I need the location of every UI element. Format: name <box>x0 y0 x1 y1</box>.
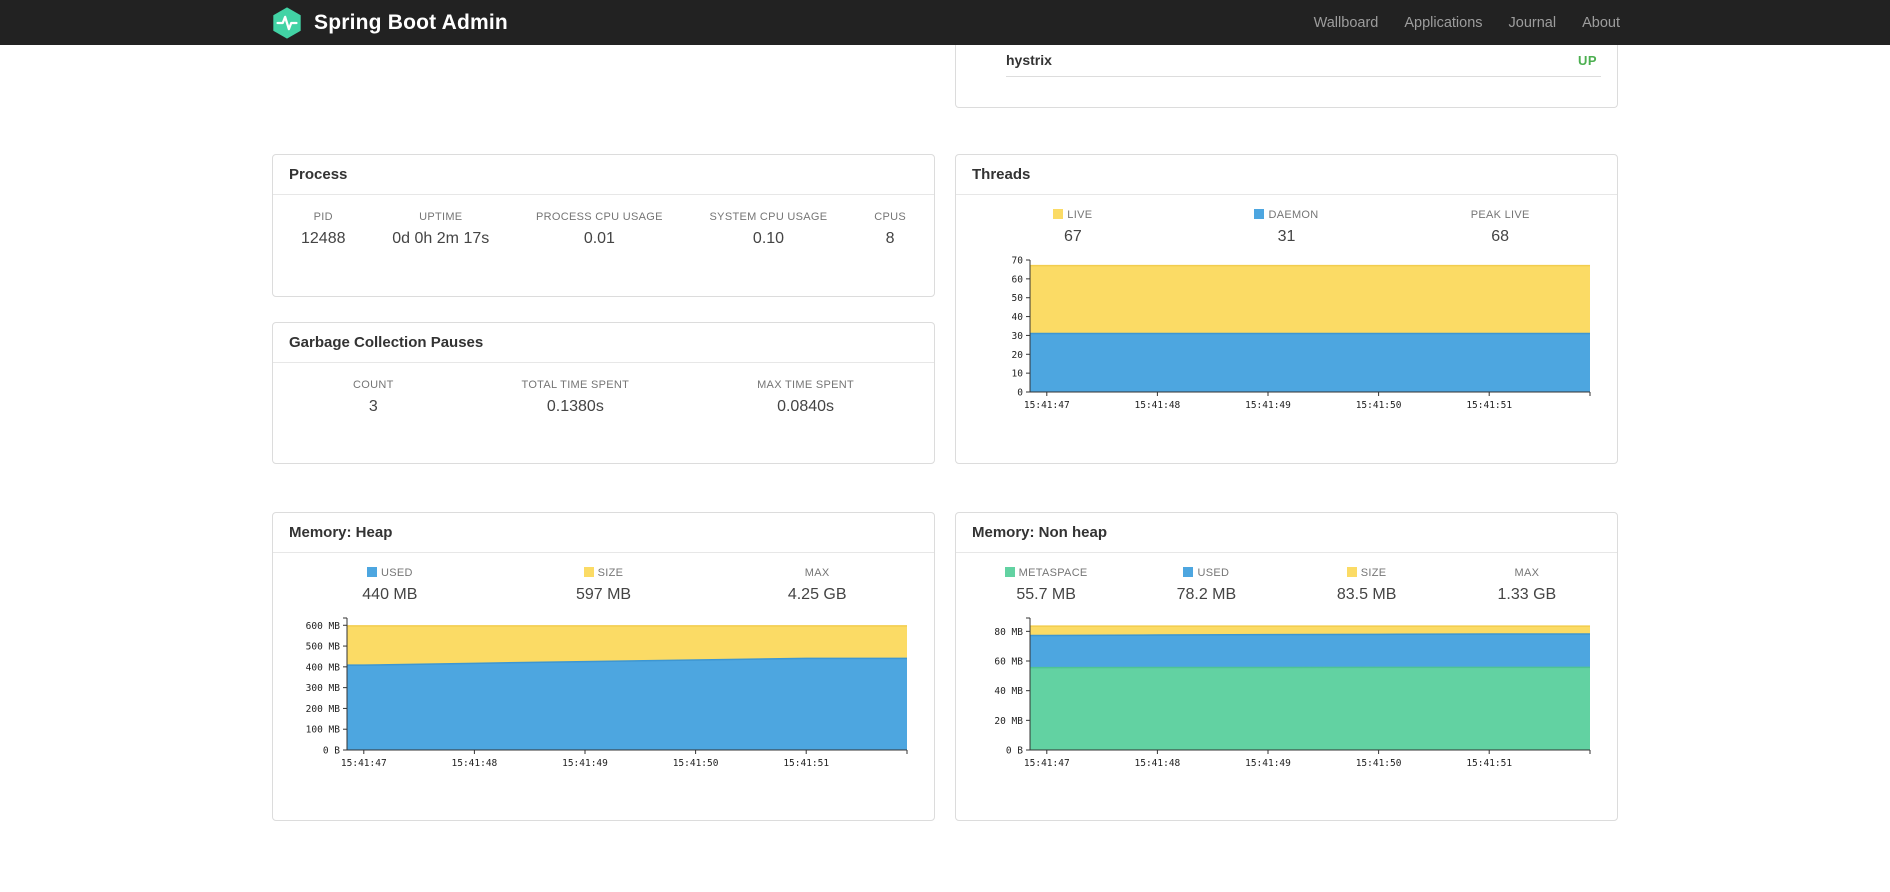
svg-text:600 MB: 600 MB <box>306 621 341 632</box>
metric-process-cpu-usage: PROCESS CPU USAGE 0.01 <box>536 211 663 247</box>
svg-text:15:41:49: 15:41:49 <box>1245 758 1291 769</box>
svg-text:60: 60 <box>1012 274 1024 285</box>
brand-title: Spring Boot Admin <box>314 10 508 34</box>
svg-text:40: 40 <box>1012 312 1024 323</box>
garbage-collection-card: Garbage Collection Pauses COUNT 3 TOTAL … <box>272 322 935 464</box>
status-badge: UP <box>1577 52 1597 68</box>
legend-heap-size: SIZE 597 MB <box>575 567 632 603</box>
svg-text:15:41:47: 15:41:47 <box>341 758 387 769</box>
svg-text:15:41:50: 15:41:50 <box>673 758 719 769</box>
metric-uptime: UPTIME 0d 0h 2m 17s <box>392 211 490 247</box>
row0-left-spacer <box>272 45 935 108</box>
nav-item-about[interactable]: About <box>1569 15 1620 31</box>
nonheap-legend: METASPACE 55.7 MB USED 78.2 MB SIZE 83.5… <box>956 553 1617 610</box>
navbar-container: Spring Boot Admin Wallboard Applications… <box>270 0 1620 45</box>
svg-text:15:41:49: 15:41:49 <box>1245 400 1291 411</box>
nav-item-journal[interactable]: Journal <box>1496 15 1570 31</box>
legend-heap-used: USED 440 MB <box>362 567 418 603</box>
legend-nonheap-max: MAX 1.33 GB <box>1497 567 1557 603</box>
svg-text:15:41:49: 15:41:49 <box>562 758 608 769</box>
svg-text:0 B: 0 B <box>323 746 340 757</box>
metaspace-swatch-icon <box>1004 567 1015 577</box>
legend-daemon: DAEMON 31 <box>1180 209 1394 246</box>
nav-item-wallboard[interactable]: Wallboard <box>1301 15 1392 31</box>
svg-text:15:41:47: 15:41:47 <box>1024 400 1070 411</box>
svg-text:15:41:51: 15:41:51 <box>1466 400 1512 411</box>
svg-text:15:41:48: 15:41:48 <box>452 758 498 769</box>
heap-used-swatch-icon <box>366 567 377 577</box>
live-swatch-icon <box>1053 209 1064 219</box>
svg-text:70: 70 <box>1012 256 1024 267</box>
metric-pid: PID 12488 <box>301 211 346 247</box>
svg-text:10: 10 <box>1012 369 1024 380</box>
svg-text:0 B: 0 B <box>1006 746 1023 757</box>
svg-text:15:41:48: 15:41:48 <box>1135 758 1181 769</box>
legend-peak-live: PEAK LIVE 68 <box>1470 209 1530 245</box>
navbar-links: Wallboard Applications Journal About <box>1301 15 1620 31</box>
gc-card-title: Garbage Collection Pauses <box>273 323 934 363</box>
memory-heap-chart: 0 B 100 MB 200 MB 300 MB 400 MB 500 MB 600 MB 1… <box>285 612 934 780</box>
legend-heap-max: MAX 4.25 GB <box>787 567 847 603</box>
process-card: Process PID 12488 UPTIME 0d 0h 2m 17s PR… <box>272 154 935 297</box>
process-card-title: Process <box>273 155 934 195</box>
svg-text:300 MB: 300 MB <box>306 683 341 694</box>
nonheap-size-swatch-icon <box>1346 567 1357 577</box>
svg-text:20 MB: 20 MB <box>994 716 1023 727</box>
nonheap-used-swatch-icon <box>1183 567 1194 577</box>
svg-text:15:41:50: 15:41:50 <box>1356 400 1402 411</box>
svg-text:400 MB: 400 MB <box>306 662 341 673</box>
main-content: hystrix UP Process PID 12488 UPTIME 0d 0… <box>272 45 1618 821</box>
health-row-hystrix: hystrix UP <box>1006 45 1601 77</box>
svg-text:15:41:47: 15:41:47 <box>1024 758 1070 769</box>
svg-text:15:41:50: 15:41:50 <box>1356 758 1402 769</box>
threads-card-title: Threads <box>956 155 1617 195</box>
svg-text:40 MB: 40 MB <box>994 686 1023 697</box>
svg-text:500 MB: 500 MB <box>306 642 341 653</box>
threads-chart: 0 10 20 30 40 50 60 70 15:41:47 15:41:48 15:41:49 1… <box>968 254 1617 422</box>
memory-heap-card-title: Memory: Heap <box>273 513 934 553</box>
heap-size-swatch-icon <box>583 567 594 577</box>
svg-text:50: 50 <box>1012 293 1024 304</box>
legend-metaspace: METASPACE 55.7 MB <box>966 567 1126 604</box>
threads-legend: LIVE 67 DAEMON 31 PEAK LIVE 68 <box>956 195 1617 252</box>
application-health-card: hystrix UP <box>955 45 1618 108</box>
svg-text:30: 30 <box>1012 331 1024 342</box>
daemon-swatch-icon <box>1254 209 1265 219</box>
metric-gc-max-time: MAX TIME SPENT 0.0840s <box>757 379 854 415</box>
heap-legend: USED 440 MB SIZE 597 MB MAX 4.25 GB <box>273 553 934 610</box>
metric-gc-count: COUNT 3 <box>353 379 394 415</box>
metric-cpus: CPUS 8 <box>874 211 906 247</box>
top-navbar: Spring Boot Admin Wallboard Applications… <box>0 0 1890 45</box>
nav-item-applications[interactable]: Applications <box>1391 15 1495 31</box>
svg-text:15:41:51: 15:41:51 <box>1466 758 1512 769</box>
process-metrics: PID 12488 UPTIME 0d 0h 2m 17s PROCESS CP… <box>273 195 934 248</box>
memory-heap-card: Memory: Heap USED 440 MB SIZE 597 MB MAX… <box>272 512 935 821</box>
legend-nonheap-used: USED 78.2 MB <box>1176 567 1237 603</box>
threads-card: Threads LIVE 67 DAEMON 31 PEAK LIVE 68 0… <box>955 154 1618 464</box>
metric-system-cpu-usage: SYSTEM CPU USAGE 0.10 <box>709 211 828 247</box>
svg-text:200 MB: 200 MB <box>306 704 341 715</box>
memory-nonheap-card-title: Memory: Non heap <box>956 513 1617 553</box>
health-indicator-name: hystrix <box>1006 52 1052 68</box>
memory-nonheap-card: Memory: Non heap METASPACE 55.7 MB USED … <box>955 512 1618 821</box>
svg-text:0: 0 <box>1017 388 1023 399</box>
brand-link[interactable]: Spring Boot Admin <box>270 6 508 40</box>
svg-text:80 MB: 80 MB <box>994 627 1023 638</box>
gc-metrics: COUNT 3 TOTAL TIME SPENT 0.1380s MAX TIM… <box>273 363 934 416</box>
svg-text:100 MB: 100 MB <box>306 725 341 736</box>
metric-gc-total-time: TOTAL TIME SPENT 0.1380s <box>521 379 630 415</box>
memory-nonheap-chart: 0 B 20 MB 40 MB 60 MB 80 MB 15:41:47 15:41:48 1… <box>968 612 1617 780</box>
svg-text:60 MB: 60 MB <box>994 657 1023 668</box>
svg-text:15:41:48: 15:41:48 <box>1135 400 1181 411</box>
legend-live: LIVE 67 <box>966 209 1180 246</box>
legend-nonheap-size: SIZE 83.5 MB <box>1336 567 1397 603</box>
svg-text:20: 20 <box>1012 350 1024 361</box>
spring-boot-admin-logo-icon <box>270 6 304 40</box>
svg-text:15:41:51: 15:41:51 <box>783 758 829 769</box>
